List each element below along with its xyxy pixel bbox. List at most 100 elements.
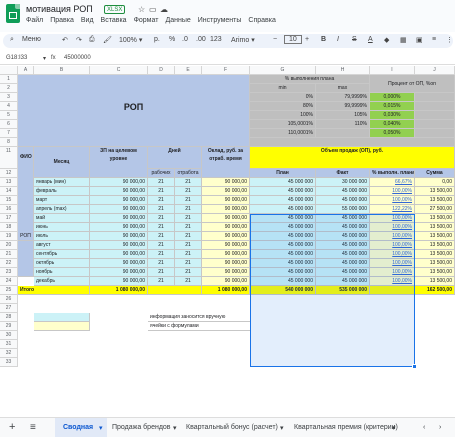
row-header-19[interactable]: 19 [0, 232, 18, 241]
worked-days-cell[interactable]: 21 [175, 223, 202, 232]
bonus-cell[interactable]: 13 500,00 [415, 232, 455, 241]
column-header-G[interactable]: G [250, 66, 316, 75]
total-rate[interactable]: 1 080 000,00 [202, 286, 250, 295]
criteria-max[interactable]: 110% [316, 120, 370, 129]
font-size-increase-button[interactable]: + [305, 36, 309, 43]
workdays-cell[interactable]: 21 [148, 277, 175, 286]
row-header-31[interactable]: 31 [0, 340, 18, 349]
plan-percent-cell[interactable]: 122,22% [370, 205, 415, 214]
row-header-5[interactable]: 5 [0, 111, 18, 120]
bonus-cell[interactable]: 13 500,00 [415, 223, 455, 232]
criteria-percent[interactable]: 0,050% [370, 129, 415, 138]
row-header-11[interactable]: 11 [0, 147, 18, 169]
bonus-cell[interactable]: 13 500,00 [415, 196, 455, 205]
fact-header[interactable]: Факт [316, 169, 370, 178]
salary-cell[interactable]: 90 000,00 [90, 196, 148, 205]
sheet-tab-dropdown-icon[interactable]: ▾ [99, 424, 103, 432]
bonus-cell[interactable]: 13 500,00 [415, 241, 455, 250]
month-cell[interactable]: май [34, 214, 90, 223]
worked-days-cell[interactable]: 21 [175, 205, 202, 214]
rate-cell[interactable]: 90 000,00 [202, 241, 250, 250]
star-icon[interactable]: ☆ [138, 5, 145, 14]
rate-cell[interactable]: 90 000,00 [202, 178, 250, 187]
bonus-cell[interactable]: 13 500,00 [415, 259, 455, 268]
sheet-tab-quarter-criteria[interactable]: Квартальная премия (критерии) [294, 424, 398, 431]
row-header-7[interactable]: 7 [0, 129, 18, 138]
op-percent-header[interactable]: Процент от ОП, %оп [370, 75, 455, 93]
sheet-tab-dropdown-icon[interactable]: ▾ [392, 424, 396, 432]
row-header-8[interactable]: 8 [0, 138, 18, 147]
fact-cell[interactable]: 45 000 000 [316, 196, 370, 205]
bonus-cell[interactable]: 13 500,00 [415, 277, 455, 286]
month-cell[interactable]: июль [34, 232, 90, 241]
title-cell[interactable]: РОП [18, 75, 250, 147]
plan-percent-cell[interactable]: 100,00% [370, 196, 415, 205]
document-title[interactable]: мотивация РОП [26, 4, 93, 14]
scroll-sheets-left-icon[interactable]: ‹ [423, 424, 425, 431]
italic-button[interactable]: I [337, 36, 339, 43]
criteria-max[interactable]: 79,9999% [316, 93, 370, 102]
percent-button[interactable]: % [169, 36, 175, 43]
month-cell[interactable]: ноябрь [34, 268, 90, 277]
criteria-empty[interactable] [415, 93, 455, 102]
add-sheet-button[interactable]: + [9, 421, 15, 433]
menu-insert[interactable]: Вставка [101, 17, 127, 24]
redo-icon[interactable]: ↷ [76, 36, 82, 44]
rate-cell[interactable]: 90 000,00 [202, 196, 250, 205]
paint-format-icon[interactable]: 🖌 [103, 36, 112, 44]
row-header-17[interactable]: 17 [0, 214, 18, 223]
criteria-min[interactable]: 105,0001% [250, 120, 316, 129]
rate-cell[interactable]: 90 000,00 [202, 250, 250, 259]
font-size-input[interactable]: 10 [284, 35, 302, 44]
borders-icon[interactable]: ▦ [400, 36, 407, 44]
name-box[interactable]: G18:I33 [6, 55, 27, 61]
column-header-J[interactable]: J [415, 66, 455, 75]
font-size-decrease-button[interactable]: − [273, 36, 277, 43]
worked-days-cell[interactable]: 21 [175, 232, 202, 241]
column-header-D[interactable]: D [148, 66, 175, 75]
total-empty[interactable] [148, 286, 202, 295]
month-cell[interactable]: июнь [34, 223, 90, 232]
workdays-cell[interactable]: 21 [148, 196, 175, 205]
workdays-cell[interactable]: 21 [148, 205, 175, 214]
criteria-percent[interactable]: 0,000% [370, 93, 415, 102]
all-sheets-button[interactable]: ≡ [30, 422, 36, 433]
total-bonus[interactable]: 162 500,00 [415, 286, 455, 295]
criteria-percent[interactable]: 0,040% [370, 120, 415, 129]
rate-cell[interactable]: 90 000,00 [202, 277, 250, 286]
month-cell[interactable]: февраль [34, 187, 90, 196]
row-header-27[interactable]: 27 [0, 304, 18, 313]
criteria-percent[interactable]: 0,015% [370, 102, 415, 111]
rate-cell[interactable]: 90 000,00 [202, 214, 250, 223]
row-header-3[interactable]: 3 [0, 93, 18, 102]
menu-file[interactable]: Файл [26, 17, 43, 24]
menu-view[interactable]: Вид [81, 17, 94, 24]
workdays-cell[interactable]: 21 [148, 232, 175, 241]
worked-days-cell[interactable]: 21 [175, 250, 202, 259]
fill-color-icon[interactable]: ◆ [384, 36, 389, 44]
workdays-cell[interactable]: 21 [148, 214, 175, 223]
row-header-30[interactable]: 30 [0, 331, 18, 340]
workdays-cell[interactable]: 21 [148, 241, 175, 250]
row-header-29[interactable]: 29 [0, 322, 18, 331]
increase-decimal-button[interactable]: .00 [196, 36, 206, 43]
sheets-logo-icon[interactable] [6, 4, 20, 23]
name-box-dropdown-icon[interactable]: ▾ [43, 55, 46, 62]
fact-cell[interactable]: 45 000 000 [316, 187, 370, 196]
salary-cell[interactable]: 90 000,00 [90, 259, 148, 268]
worked-days-cell[interactable]: 21 [175, 178, 202, 187]
menu-format[interactable]: Формат [134, 17, 159, 24]
sheet-tab-summary[interactable]: Сводная [63, 424, 93, 431]
folder-icon[interactable]: ▭ [149, 5, 157, 14]
worked-days-cell[interactable]: 21 [175, 196, 202, 205]
row-header-20[interactable]: 20 [0, 241, 18, 250]
criteria-min-header[interactable]: min [250, 84, 316, 93]
workdays-cell[interactable]: 21 [148, 178, 175, 187]
fact-cell[interactable]: 30 000 000 [316, 178, 370, 187]
menu-tools[interactable]: Инструменты [198, 17, 242, 24]
worked-days-cell[interactable]: 21 [175, 214, 202, 223]
bonus-header[interactable]: Сумма премии, руб. [415, 169, 455, 178]
rate-cell[interactable]: 90 000,00 [202, 259, 250, 268]
rate-header[interactable]: Оклад, руб. за отраб. время [202, 147, 250, 178]
salary-cell[interactable]: 90 000,00 [90, 214, 148, 223]
